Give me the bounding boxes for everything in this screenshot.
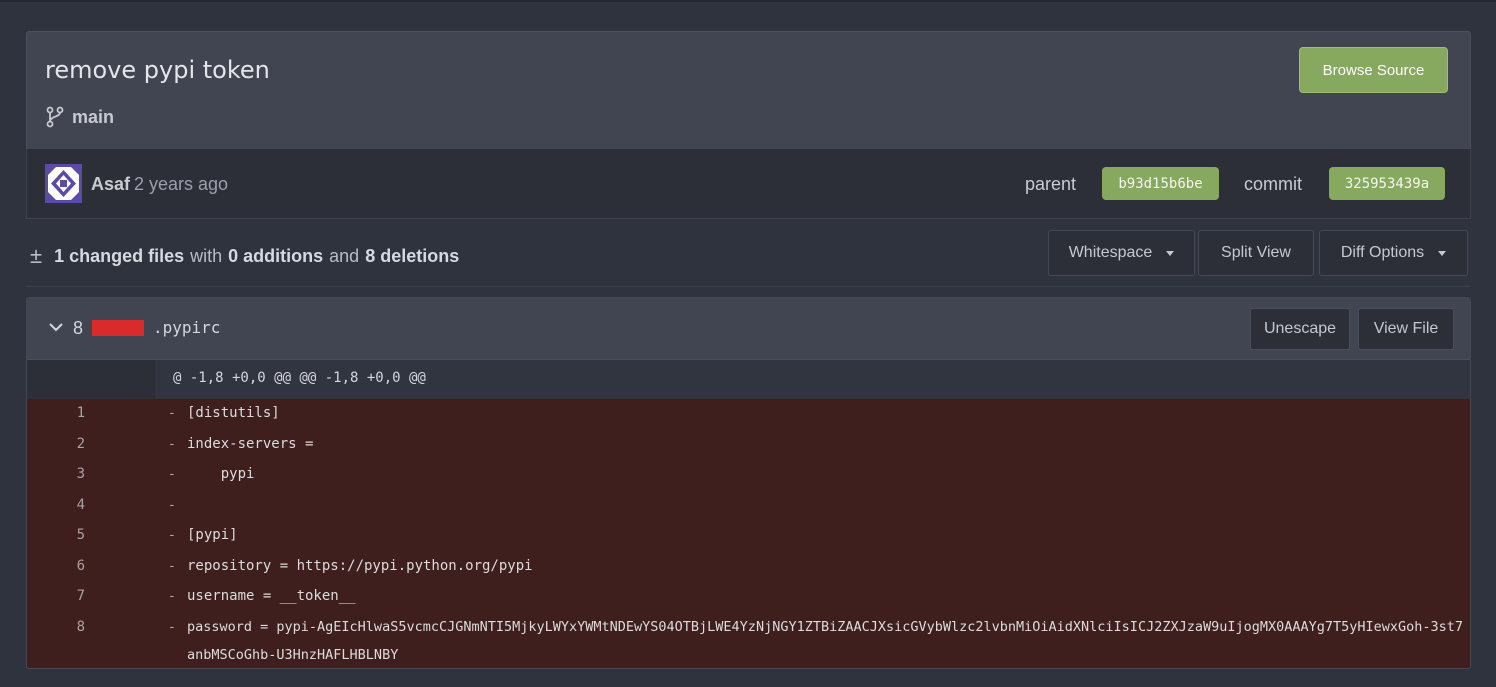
view-file-button[interactable]: View File (1358, 308, 1454, 350)
additions-count: 0 additions (228, 245, 324, 266)
hunk-header: @ -1,8 +0,0 @@ @@ -1,8 +0,0 @@ (27, 360, 1470, 399)
line-sign: - (168, 406, 176, 421)
diff-line: 4 - (27, 491, 1470, 521)
plus-minus-icon: ± (30, 243, 43, 268)
line-number[interactable]: 3 (27, 466, 85, 482)
line-sign: - (168, 528, 176, 543)
diff-line: 3 - pypi (27, 460, 1470, 490)
commit-sha-badge[interactable]: 325953439a (1329, 167, 1445, 200)
diff-stats: ± 1 changed files with 0 additions and 8… (30, 243, 459, 269)
divider (26, 286, 1471, 287)
commit-title: remove pypi token (45, 56, 270, 84)
parent-label: parent (1025, 174, 1077, 194)
line-number[interactable]: 4 (27, 497, 85, 513)
avatar[interactable] (45, 164, 82, 203)
line-number[interactable]: 8 (27, 619, 85, 635)
diff-line: 6 - repository = https://pypi.python.org… (27, 552, 1470, 582)
file-deletions-count: 8 (73, 318, 84, 338)
diff-line: 7 - username = __token__ (27, 582, 1470, 612)
line-sign: - (168, 467, 176, 482)
line-code: [distutils] (187, 405, 280, 421)
diff-options-dropdown[interactable]: Diff Options (1319, 230, 1468, 276)
stats-and: and (329, 245, 360, 266)
diff-line: 1 - [distutils] (27, 399, 1470, 429)
branch-info: main (46, 106, 114, 128)
branch-name: main (72, 106, 115, 127)
deletions-count: 8 deletions (365, 245, 460, 266)
unescape-button[interactable]: Unescape (1250, 308, 1350, 350)
file-diff: 8 .pypirc Unescape View File @ -1,8 +0,0… (26, 297, 1471, 669)
author-bar: Asaf 2 years ago parent b93d15b6be commi… (26, 149, 1471, 219)
line-code: pypi (187, 466, 255, 482)
whitespace-label: Whitespace (1068, 244, 1153, 261)
line-number[interactable]: 1 (27, 405, 85, 421)
commit-header: remove pypi token main Browse Source (26, 31, 1471, 149)
author-name[interactable]: Asaf (91, 174, 130, 195)
split-view-label: Split View (1221, 244, 1291, 261)
branch-icon (46, 106, 64, 128)
commit-time: 2 years ago (134, 174, 229, 194)
line-sign: - (168, 559, 176, 574)
line-number[interactable]: 5 (27, 527, 85, 543)
line-number[interactable]: 2 (27, 436, 85, 452)
parent-sha-badge[interactable]: b93d15b6be (1102, 167, 1219, 200)
line-code: password = pypi-AgEIcHlwaS5vcmcCJGNmNTI5… (187, 619, 1464, 663)
line-sign: - (168, 589, 176, 604)
line-sign: - (168, 620, 176, 635)
caret-down-icon (1166, 250, 1175, 256)
line-code: repository = https://pypi.python.org/pyp… (187, 558, 533, 574)
whitespace-dropdown[interactable]: Whitespace (1048, 230, 1195, 276)
line-code: username = __token__ (187, 588, 356, 604)
file-name[interactable]: .pypirc (153, 318, 220, 337)
line-code: [pypi] (187, 527, 238, 543)
split-view-button[interactable]: Split View (1198, 230, 1314, 276)
line-number[interactable]: 7 (27, 588, 85, 604)
diff-line: 2 - index-servers = (27, 430, 1470, 460)
diff-options-label: Diff Options (1340, 244, 1425, 261)
line-sign: - (168, 437, 176, 452)
diff-line: 5 - [pypi] (27, 521, 1470, 551)
commit-label: commit (1244, 174, 1302, 194)
line-code: index-servers = (187, 436, 314, 452)
hunk-header-text: @ -1,8 +0,0 @@ @@ -1,8 +0,0 @@ (173, 370, 426, 386)
deletions-bar (92, 320, 144, 336)
line-sign: - (168, 498, 176, 513)
chevron-down-icon[interactable] (47, 318, 65, 341)
stats-with: with (190, 245, 223, 266)
changed-files-count: 1 changed files (54, 245, 185, 266)
hunk-gutter (27, 360, 155, 399)
caret-down-icon (1438, 250, 1447, 256)
diff-line: 8 - password = pypi-AgEIcHlwaS5vcmcCJGNm… (27, 613, 1470, 668)
diff-stats-row: ± 1 changed files with 0 additions and 8… (30, 229, 1470, 279)
top-border (0, 0, 1496, 2)
file-header: 8 .pypirc Unescape View File (27, 298, 1470, 360)
browse-source-button[interactable]: Browse Source (1299, 47, 1448, 93)
line-number[interactable]: 6 (27, 558, 85, 574)
